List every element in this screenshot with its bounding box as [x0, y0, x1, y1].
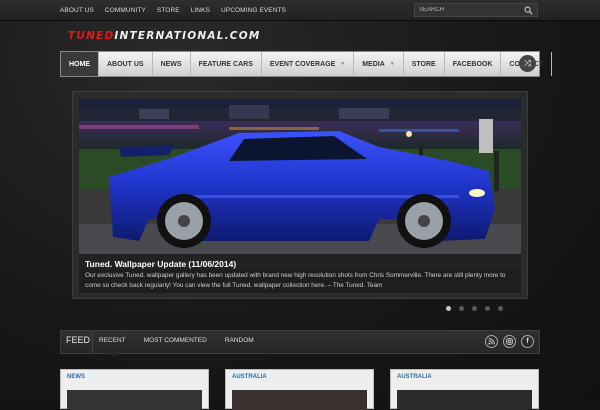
- main-nav: HOME ABOUT US NEWS FEATURE CARS EVENT CO…: [60, 51, 553, 77]
- nav-news-label: NEWS: [160, 60, 182, 68]
- post-card[interactable]: AUSTRALIA: [225, 369, 374, 410]
- active-tab-pointer: [110, 353, 118, 357]
- nav-store-label: STORE: [411, 60, 436, 68]
- nav-facebook-label: FACEBOOK: [452, 60, 493, 68]
- post-card[interactable]: NEWS: [60, 369, 209, 410]
- shuffle-icon[interactable]: ⤨: [519, 55, 536, 72]
- slider-pagination: [446, 306, 511, 311]
- search-icon[interactable]: [524, 6, 533, 15]
- nav-media-label: MEDIA: [362, 60, 385, 68]
- nav-feature-cars-label: FEATURE CARS: [198, 60, 253, 68]
- top-links: ABOUT US COMMUNITY STORE LINKS UPCOMING …: [60, 0, 297, 20]
- slider-dot[interactable]: [485, 306, 490, 311]
- card-thumbnail[interactable]: [397, 390, 532, 410]
- slider-dot[interactable]: [446, 306, 451, 311]
- logo-text-international: INTERNATIONAL.COM: [114, 30, 261, 42]
- tab-recent[interactable]: RECENT: [99, 337, 126, 344]
- chevron-down-icon: ▼: [389, 61, 395, 67]
- search-box: [414, 3, 538, 17]
- nav-event-coverage[interactable]: EVENT COVERAGE ▼: [262, 52, 355, 76]
- nav-store[interactable]: STORE: [404, 52, 445, 76]
- top-link-about-us[interactable]: ABOUT US: [60, 7, 94, 14]
- card-category[interactable]: AUSTRALIA: [232, 374, 267, 380]
- instagram-icon[interactable]: [503, 335, 516, 348]
- nav-about-us[interactable]: ABOUT US: [99, 52, 153, 76]
- card-category[interactable]: NEWS: [67, 374, 85, 380]
- feed-label: FEED: [66, 335, 91, 345]
- facebook-icon[interactable]: f: [521, 335, 534, 348]
- logo-text-tuned: TUNED: [68, 30, 115, 42]
- search-input[interactable]: [419, 4, 519, 16]
- top-link-store[interactable]: STORE: [157, 7, 180, 14]
- slide-description: Our exclusive Tuned. wallpaper gallery h…: [85, 272, 506, 289]
- top-link-upcoming-events[interactable]: UPCOMING EVENTS: [221, 7, 286, 14]
- slider-dot[interactable]: [472, 306, 477, 311]
- top-link-links[interactable]: LINKS: [191, 7, 210, 14]
- tab-most-commented[interactable]: MOST COMMENTED: [144, 337, 207, 344]
- feed-divider: [92, 331, 93, 353]
- slider-dot[interactable]: [459, 306, 464, 311]
- nav-media[interactable]: MEDIA ▼: [354, 52, 404, 76]
- top-link-community[interactable]: COMMUNITY: [105, 7, 146, 14]
- nav-about-us-label: ABOUT US: [107, 60, 144, 68]
- nav-facebook[interactable]: FACEBOOK: [445, 52, 502, 76]
- nav-feature-cars[interactable]: FEATURE CARS: [191, 52, 262, 76]
- nav-news[interactable]: NEWS: [153, 52, 191, 76]
- post-card[interactable]: AUSTRALIA: [390, 369, 539, 410]
- rss-icon[interactable]: [485, 335, 498, 348]
- feed-tabs: RECENT MOST COMMENTED RANDOM: [99, 337, 272, 344]
- site-logo[interactable]: TUNEDINTERNATIONAL.COM: [68, 30, 260, 42]
- nav-home-label: HOME: [69, 60, 90, 68]
- card-category[interactable]: AUSTRALIA: [397, 374, 432, 380]
- slide-title[interactable]: Tuned. Wallpaper Update (11/06/2014): [85, 259, 236, 269]
- nav-home[interactable]: HOME: [61, 52, 99, 76]
- nav-event-coverage-label: EVENT COVERAGE: [269, 60, 336, 68]
- chevron-down-icon: ▼: [340, 61, 346, 67]
- slider-dot[interactable]: [498, 306, 503, 311]
- card-thumbnail[interactable]: [67, 390, 202, 410]
- tab-random[interactable]: RANDOM: [225, 337, 254, 344]
- card-thumbnail[interactable]: [232, 390, 367, 410]
